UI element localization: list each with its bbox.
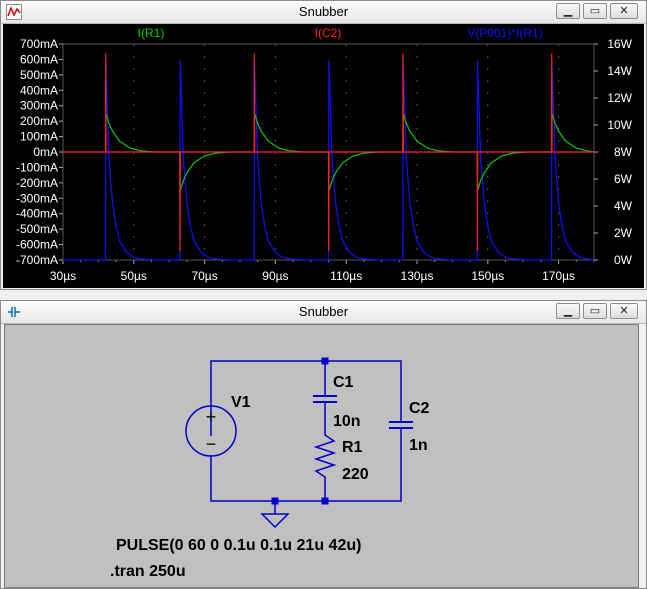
ground-symbol[interactable]	[260, 513, 290, 529]
r1-label[interactable]: R1	[342, 439, 363, 456]
circuit-wires	[210, 360, 402, 514]
y-left-tick-label: -300mA	[16, 191, 58, 205]
maximize-icon: ▭	[589, 4, 601, 17]
y-left-tick-label: 400mA	[20, 83, 58, 97]
y-left-tick-label: -700mA	[16, 253, 58, 267]
x-tick-label: 50µs	[121, 269, 147, 283]
y-left-tick-label: 600mA	[20, 52, 58, 66]
x-tick-label: 130µs	[401, 269, 434, 283]
maximize-icon: ▭	[589, 304, 601, 317]
maximize-button[interactable]: ▭	[583, 303, 607, 319]
y-left-tick-label: -600mA	[16, 238, 58, 252]
y-left-tick-label: 700mA	[20, 37, 58, 51]
legend-label: V(P001)*I(R1)	[467, 26, 542, 40]
minimize-icon: ▁	[563, 304, 573, 317]
legend-label: I(C2)	[315, 26, 342, 40]
plot-window-title: Snubber	[298, 4, 349, 19]
y-right-tick-label: 2W	[614, 226, 633, 240]
capacitor-c2[interactable]	[389, 421, 413, 429]
y-right-tick-label: 16W	[607, 37, 632, 51]
x-tick-label: 170µs	[542, 269, 575, 283]
tran-directive[interactable]: .tran 250u	[110, 563, 186, 581]
y-right-tick-label: 8W	[614, 145, 633, 159]
v1-minus-sign: −	[206, 434, 217, 454]
schematic-canvas[interactable]: + − V1 C1 10n R1 220 C2 1n PULSE(0 60 0 …	[4, 324, 639, 588]
y-left-tick-label: 500mA	[20, 68, 58, 82]
x-tick-label: 90µs	[262, 269, 288, 283]
y-left-tick-label: -500mA	[16, 222, 58, 236]
r1-value[interactable]: 220	[342, 466, 369, 483]
y-right-tick-label: 10W	[607, 118, 632, 132]
v1-label[interactable]: V1	[231, 394, 251, 411]
plot-titlebar[interactable]: Snubber ▁ ▭ ✕	[1, 1, 646, 24]
x-tick-label: 30µs	[50, 269, 76, 283]
y-left-tick-label: 0mA	[33, 145, 58, 159]
minimize-button[interactable]: ▁	[556, 303, 580, 319]
y-right-tick-label: 6W	[614, 172, 633, 186]
c2-value[interactable]: 1n	[409, 437, 428, 454]
schematic-window-title: Snubber	[298, 304, 349, 319]
legend-label: I(R1)	[138, 26, 165, 40]
waveform-plot[interactable]: 30µs 50µs 70µs 90µs 110µs 130µs 150µs 170µs 700m…	[3, 24, 644, 288]
x-tick-label: 150µs	[471, 269, 504, 283]
pulse-directive[interactable]: PULSE(0 60 0 0.1u 0.1u 21u 42u)	[116, 537, 361, 555]
schematic-titlebar[interactable]: Snubber ▁ ▭ ✕	[1, 301, 646, 324]
y-left-tick-label: -400mA	[16, 207, 58, 221]
minimize-button[interactable]: ▁	[556, 3, 580, 19]
c2-label[interactable]: C2	[409, 400, 430, 417]
x-tick-label: 110µs	[330, 269, 362, 283]
junction-dots	[271, 357, 329, 505]
c1-value[interactable]: 10n	[333, 413, 361, 430]
y-right-tick-label: 4W	[614, 199, 633, 213]
close-icon: ✕	[619, 4, 629, 17]
y-right-tick-label: 0W	[614, 253, 633, 267]
y-left-tick-label: -100mA	[16, 160, 58, 174]
waveform-chart: 30µs 50µs 70µs 90µs 110µs 130µs 150µs 170µs 700m…	[16, 26, 633, 283]
capacitor-c1[interactable]	[313, 395, 337, 403]
minimize-icon: ▁	[563, 4, 573, 17]
y-left-tick-label: 300mA	[20, 99, 58, 113]
plot-window: Snubber ▁ ▭ ✕ 30µs 50µs 70µs 90µs 110µs 130µs…	[0, 0, 647, 290]
y-left-tick-label: 100mA	[20, 130, 58, 144]
close-button[interactable]: ✕	[610, 303, 638, 319]
maximize-button[interactable]: ▭	[583, 3, 607, 19]
y-right-tick-label: 14W	[607, 64, 632, 78]
c1-label[interactable]: C1	[333, 374, 354, 391]
resistor-r1[interactable]	[313, 429, 337, 483]
v1-plus-sign: +	[206, 407, 217, 427]
y-left-tick-label: 200mA	[20, 114, 58, 128]
y-right-tick-label: 12W	[607, 91, 632, 105]
x-tick-label: 70µs	[191, 269, 217, 283]
close-button[interactable]: ✕	[610, 3, 638, 19]
y-left-tick-label: -200mA	[16, 176, 58, 190]
schematic-window: Snubber ▁ ▭ ✕ + − V1 C1 10n R1 220 C2 1n…	[0, 300, 647, 589]
close-icon: ✕	[619, 304, 629, 317]
